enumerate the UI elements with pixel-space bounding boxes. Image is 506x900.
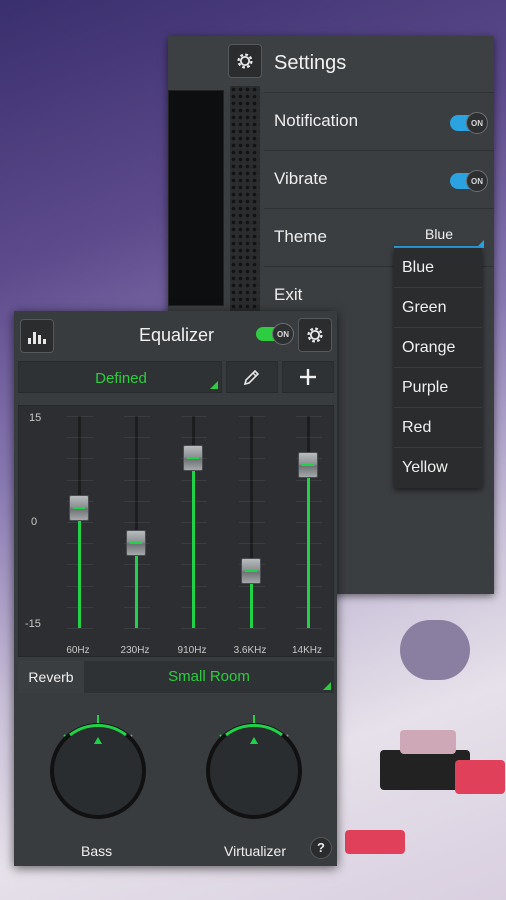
- band-slider-handle[interactable]: [183, 445, 203, 472]
- edit-preset-button[interactable]: [226, 361, 278, 393]
- slider-tick: [296, 416, 322, 417]
- slider-tick: [67, 458, 93, 460]
- slider-tick: [67, 479, 93, 481]
- settings-gear-button[interactable]: [228, 44, 262, 78]
- dropdown-triangle-icon: [210, 381, 218, 389]
- help-button[interactable]: ?: [310, 837, 332, 859]
- equalizer-title: Equalizer: [139, 325, 215, 345]
- band-slider-handle[interactable]: [69, 494, 89, 521]
- slider-tick: [239, 458, 265, 460]
- toggle-knob: ON: [272, 323, 294, 345]
- band-level-fill: [307, 465, 310, 628]
- theme-option-green[interactable]: Green: [394, 288, 482, 328]
- slider-tick: [239, 437, 265, 439]
- notification-toggle[interactable]: ON: [450, 112, 488, 134]
- preset-value: Defined: [95, 370, 147, 387]
- band-slider-handle[interactable]: [126, 530, 146, 557]
- theme-select-value: Blue: [424, 226, 454, 242]
- band-freq-label: 910Hz: [177, 645, 207, 656]
- slider-tick: [124, 416, 150, 417]
- slider-tick: [239, 628, 265, 629]
- add-preset-button[interactable]: [282, 361, 334, 393]
- theme-select[interactable]: Blue: [394, 226, 484, 248]
- toggle-knob: ON: [466, 112, 488, 134]
- bass-knob[interactable]: [30, 701, 166, 837]
- pencil-icon: [243, 369, 260, 386]
- reverb-tab[interactable]: Reverb: [18, 661, 84, 693]
- plus-icon: [300, 369, 316, 385]
- slider-tick: [67, 437, 93, 439]
- vibrate-row[interactable]: Vibrate ON: [264, 150, 494, 206]
- theme-option-red[interactable]: Red: [394, 408, 482, 448]
- theme-option-purple[interactable]: Purple: [394, 368, 482, 408]
- band-level-fill: [78, 507, 81, 628]
- gear-icon: [237, 53, 253, 69]
- equalizer-menu-button[interactable]: [20, 319, 54, 353]
- theme-dropdown-menu: Blue Green Orange Purple Red Yellow: [394, 248, 482, 488]
- reverb-select[interactable]: Small Room: [84, 661, 334, 693]
- band-freq-label: 60Hz: [66, 645, 90, 656]
- knob-dial: [206, 715, 302, 819]
- equalizer-settings-button[interactable]: [298, 318, 332, 352]
- virtualizer-label: Virtualizer: [224, 843, 286, 859]
- equalizer-power-toggle[interactable]: ON: [256, 323, 294, 345]
- slider-tick: [239, 416, 265, 417]
- mixer-fader: [455, 760, 505, 794]
- slider-tick: [124, 500, 150, 502]
- equalizer-bars-icon: [28, 332, 46, 344]
- scale-mid-label: 0: [31, 516, 38, 528]
- slider-tick: [181, 416, 207, 417]
- band-freq-label: 230Hz: [120, 645, 150, 656]
- exit-label: Exit: [274, 285, 303, 304]
- preset-select[interactable]: Defined: [18, 361, 222, 393]
- dropdown-triangle-icon: [323, 682, 331, 690]
- notification-row[interactable]: Notification ON: [264, 92, 494, 148]
- device-screen: [168, 90, 224, 306]
- band-slider-handle[interactable]: [298, 452, 318, 479]
- vibrate-label: Vibrate: [274, 169, 328, 188]
- slider-tick: [124, 437, 150, 439]
- notification-label: Notification: [274, 111, 359, 130]
- slider-tick: [296, 628, 322, 629]
- slider-tick: [67, 416, 93, 417]
- slider-tick: [124, 628, 150, 629]
- gear-icon: [307, 327, 323, 343]
- slider-tick: [124, 522, 150, 523]
- band-slider-handle[interactable]: [241, 558, 261, 585]
- theme-option-yellow[interactable]: Yellow: [394, 448, 482, 488]
- band-freq-label: 14KHz: [291, 645, 322, 656]
- speaker-grille: [230, 86, 260, 311]
- theme-option-orange[interactable]: Orange: [394, 328, 482, 368]
- slider-tick: [181, 437, 207, 439]
- slider-tick: [296, 437, 322, 439]
- mixer-knob: [400, 620, 470, 680]
- slider-tick: [124, 479, 150, 481]
- band-freq-label: 3.6KHz: [233, 645, 267, 656]
- theme-option-blue[interactable]: Blue: [394, 248, 482, 288]
- mixer-fader: [400, 730, 456, 754]
- slider-tick: [181, 628, 207, 629]
- vibrate-toggle[interactable]: ON: [450, 170, 488, 192]
- slider-tick: [239, 522, 265, 523]
- slider-tick: [67, 628, 93, 629]
- reverb-value: Small Room: [168, 668, 250, 685]
- bass-label: Bass: [81, 843, 113, 859]
- scale-max-label: 15: [29, 412, 42, 424]
- slider-tick: [239, 543, 265, 545]
- slider-tick: [239, 479, 265, 481]
- scale-min-label: -15: [25, 618, 41, 630]
- knob-dial: [50, 715, 146, 819]
- equalizer-panel: Equalizer ON Defined 15 0 -15 60Hz 230Hz…: [14, 311, 337, 866]
- equalizer-slider-area: 15 0 -15: [18, 405, 334, 657]
- dropdown-triangle-icon: [478, 240, 484, 246]
- toggle-knob: ON: [466, 170, 488, 192]
- slider-tick: [239, 500, 265, 502]
- band-level-fill: [192, 458, 195, 628]
- slider-tick: [124, 458, 150, 460]
- mixer-fader: [345, 830, 405, 854]
- theme-label: Theme: [274, 227, 327, 246]
- settings-title: Settings: [274, 52, 347, 74]
- virtualizer-knob[interactable]: [186, 701, 322, 837]
